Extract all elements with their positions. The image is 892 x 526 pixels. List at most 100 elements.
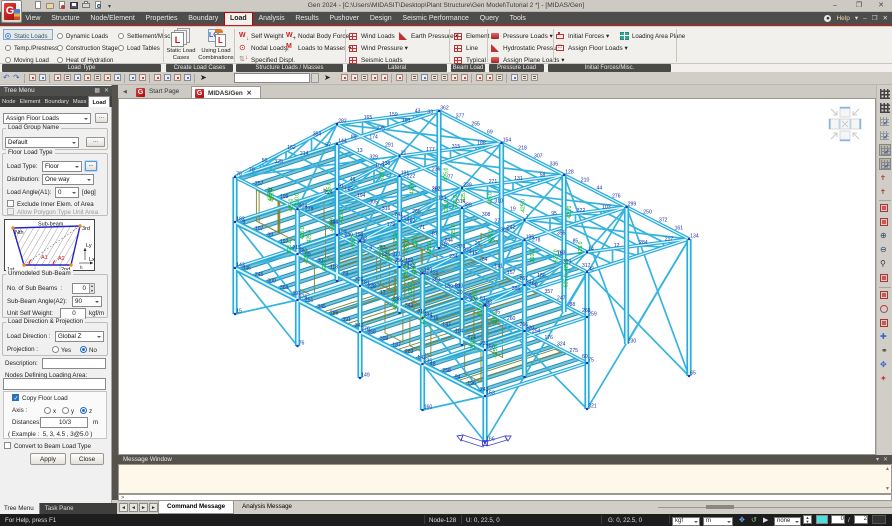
svg-text:7: 7: [526, 214, 529, 220]
svg-text:625.0: 625.0: [489, 229, 495, 242]
svg-text:284: 284: [639, 240, 648, 246]
svg-text:310: 310: [494, 198, 503, 204]
svg-text:625.0: 625.0: [408, 282, 414, 295]
svg-text:-625.0: -625.0: [404, 239, 410, 254]
svg-text:188: 188: [477, 141, 486, 147]
svg-text:h: h: [80, 265, 83, 270]
svg-text:625.0: 625.0: [578, 241, 584, 254]
svg-text:425.0: 425.0: [492, 312, 498, 325]
svg-text:115: 115: [469, 251, 477, 257]
svg-text:260: 260: [507, 316, 516, 322]
svg-text:257: 257: [255, 181, 264, 187]
svg-text:369: 369: [280, 285, 289, 291]
svg-text:243: 243: [480, 387, 489, 393]
svg-text:76: 76: [299, 340, 305, 346]
svg-text:51: 51: [455, 283, 461, 289]
svg-text:291: 291: [385, 142, 394, 148]
svg-text:94: 94: [455, 374, 461, 380]
svg-text:258: 258: [442, 368, 451, 374]
svg-text:-425.0: -425.0: [521, 199, 527, 214]
svg-text:355: 355: [557, 230, 566, 236]
svg-text:210.0: 210.0: [530, 249, 536, 262]
svg-text:340: 340: [440, 242, 449, 248]
svg-text:425.0: 425.0: [385, 248, 391, 261]
svg-text:118: 118: [330, 264, 338, 270]
svg-text:107: 107: [255, 226, 264, 232]
svg-text:136: 136: [382, 161, 391, 167]
svg-text:57: 57: [325, 143, 331, 149]
svg-text:90: 90: [532, 283, 538, 289]
svg-text:142: 142: [417, 355, 426, 361]
svg-text:292: 292: [432, 186, 441, 192]
svg-text:241: 241: [394, 212, 403, 218]
svg-text:278: 278: [532, 238, 541, 244]
svg-text:356: 356: [394, 258, 403, 264]
svg-text:43: 43: [415, 109, 421, 115]
svg-text:315: 315: [452, 144, 461, 150]
svg-text:21: 21: [401, 150, 407, 156]
svg-text:-625.0: -625.0: [493, 344, 499, 359]
svg-text:214: 214: [300, 151, 309, 157]
svg-text:317: 317: [582, 263, 591, 269]
svg-text:215: 215: [292, 245, 301, 251]
svg-text:-625.0: -625.0: [453, 195, 459, 210]
svg-text:71: 71: [419, 225, 425, 231]
svg-text:331: 331: [430, 271, 439, 277]
svg-text:425.0: 425.0: [421, 311, 427, 324]
svg-text:177: 177: [426, 147, 435, 153]
svg-text:300: 300: [267, 278, 276, 284]
svg-text:255: 255: [471, 121, 480, 127]
svg-text:425.0: 425.0: [461, 189, 467, 202]
svg-text:377: 377: [456, 113, 465, 119]
svg-text:329: 329: [369, 154, 378, 160]
svg-text:217: 217: [665, 237, 674, 243]
svg-text:166: 166: [486, 436, 495, 442]
svg-text:87: 87: [432, 231, 438, 237]
svg-text:225: 225: [376, 126, 385, 132]
svg-text:189: 189: [444, 284, 453, 290]
svg-text:162: 162: [287, 145, 296, 151]
svg-text:239: 239: [463, 182, 472, 188]
svg-text:48: 48: [430, 362, 436, 368]
svg-text:146: 146: [419, 271, 428, 277]
svg-text:254: 254: [532, 329, 541, 335]
svg-text:196: 196: [467, 381, 476, 387]
svg-text:103: 103: [602, 205, 611, 211]
svg-text:210.0: 210.0: [379, 245, 385, 258]
svg-text:169: 169: [357, 239, 366, 245]
svg-text:391: 391: [342, 317, 351, 323]
svg-text:242: 242: [507, 225, 516, 231]
svg-text:149: 149: [361, 372, 370, 378]
svg-text:75: 75: [588, 357, 594, 363]
svg-text:210.0: 210.0: [413, 235, 419, 248]
svg-text:89: 89: [351, 134, 357, 140]
svg-text:131: 131: [514, 176, 523, 182]
svg-text:145: 145: [344, 187, 353, 193]
svg-text:A1: A1: [41, 255, 48, 261]
svg-text:160: 160: [424, 404, 433, 410]
svg-text:322: 322: [577, 208, 586, 214]
svg-text:282: 282: [338, 118, 347, 124]
svg-text:165: 165: [364, 115, 373, 121]
svg-text:70: 70: [249, 167, 255, 173]
svg-text:-625.0: -625.0: [393, 233, 399, 248]
svg-text:370: 370: [457, 244, 466, 250]
svg-text:144: 144: [338, 138, 347, 144]
svg-text:210.0: 210.0: [295, 193, 301, 206]
svg-text:102: 102: [407, 219, 416, 225]
svg-text:65: 65: [690, 370, 696, 376]
svg-text:625.0: 625.0: [553, 249, 559, 262]
svg-text:228: 228: [367, 284, 376, 290]
svg-text:425.0: 425.0: [306, 230, 312, 243]
svg-text:17: 17: [380, 290, 386, 296]
svg-text:179: 179: [387, 222, 396, 228]
svg-text:218: 218: [518, 145, 527, 151]
svg-text:268: 268: [582, 308, 591, 314]
svg-text:84: 84: [482, 257, 488, 263]
svg-text:425.0: 425.0: [327, 182, 333, 195]
svg-text:210: 210: [581, 177, 590, 183]
svg-text:187: 187: [392, 342, 401, 348]
svg-text:-425.0: -425.0: [404, 265, 410, 280]
svg-text:276: 276: [612, 193, 621, 199]
svg-text:363: 363: [432, 277, 441, 283]
